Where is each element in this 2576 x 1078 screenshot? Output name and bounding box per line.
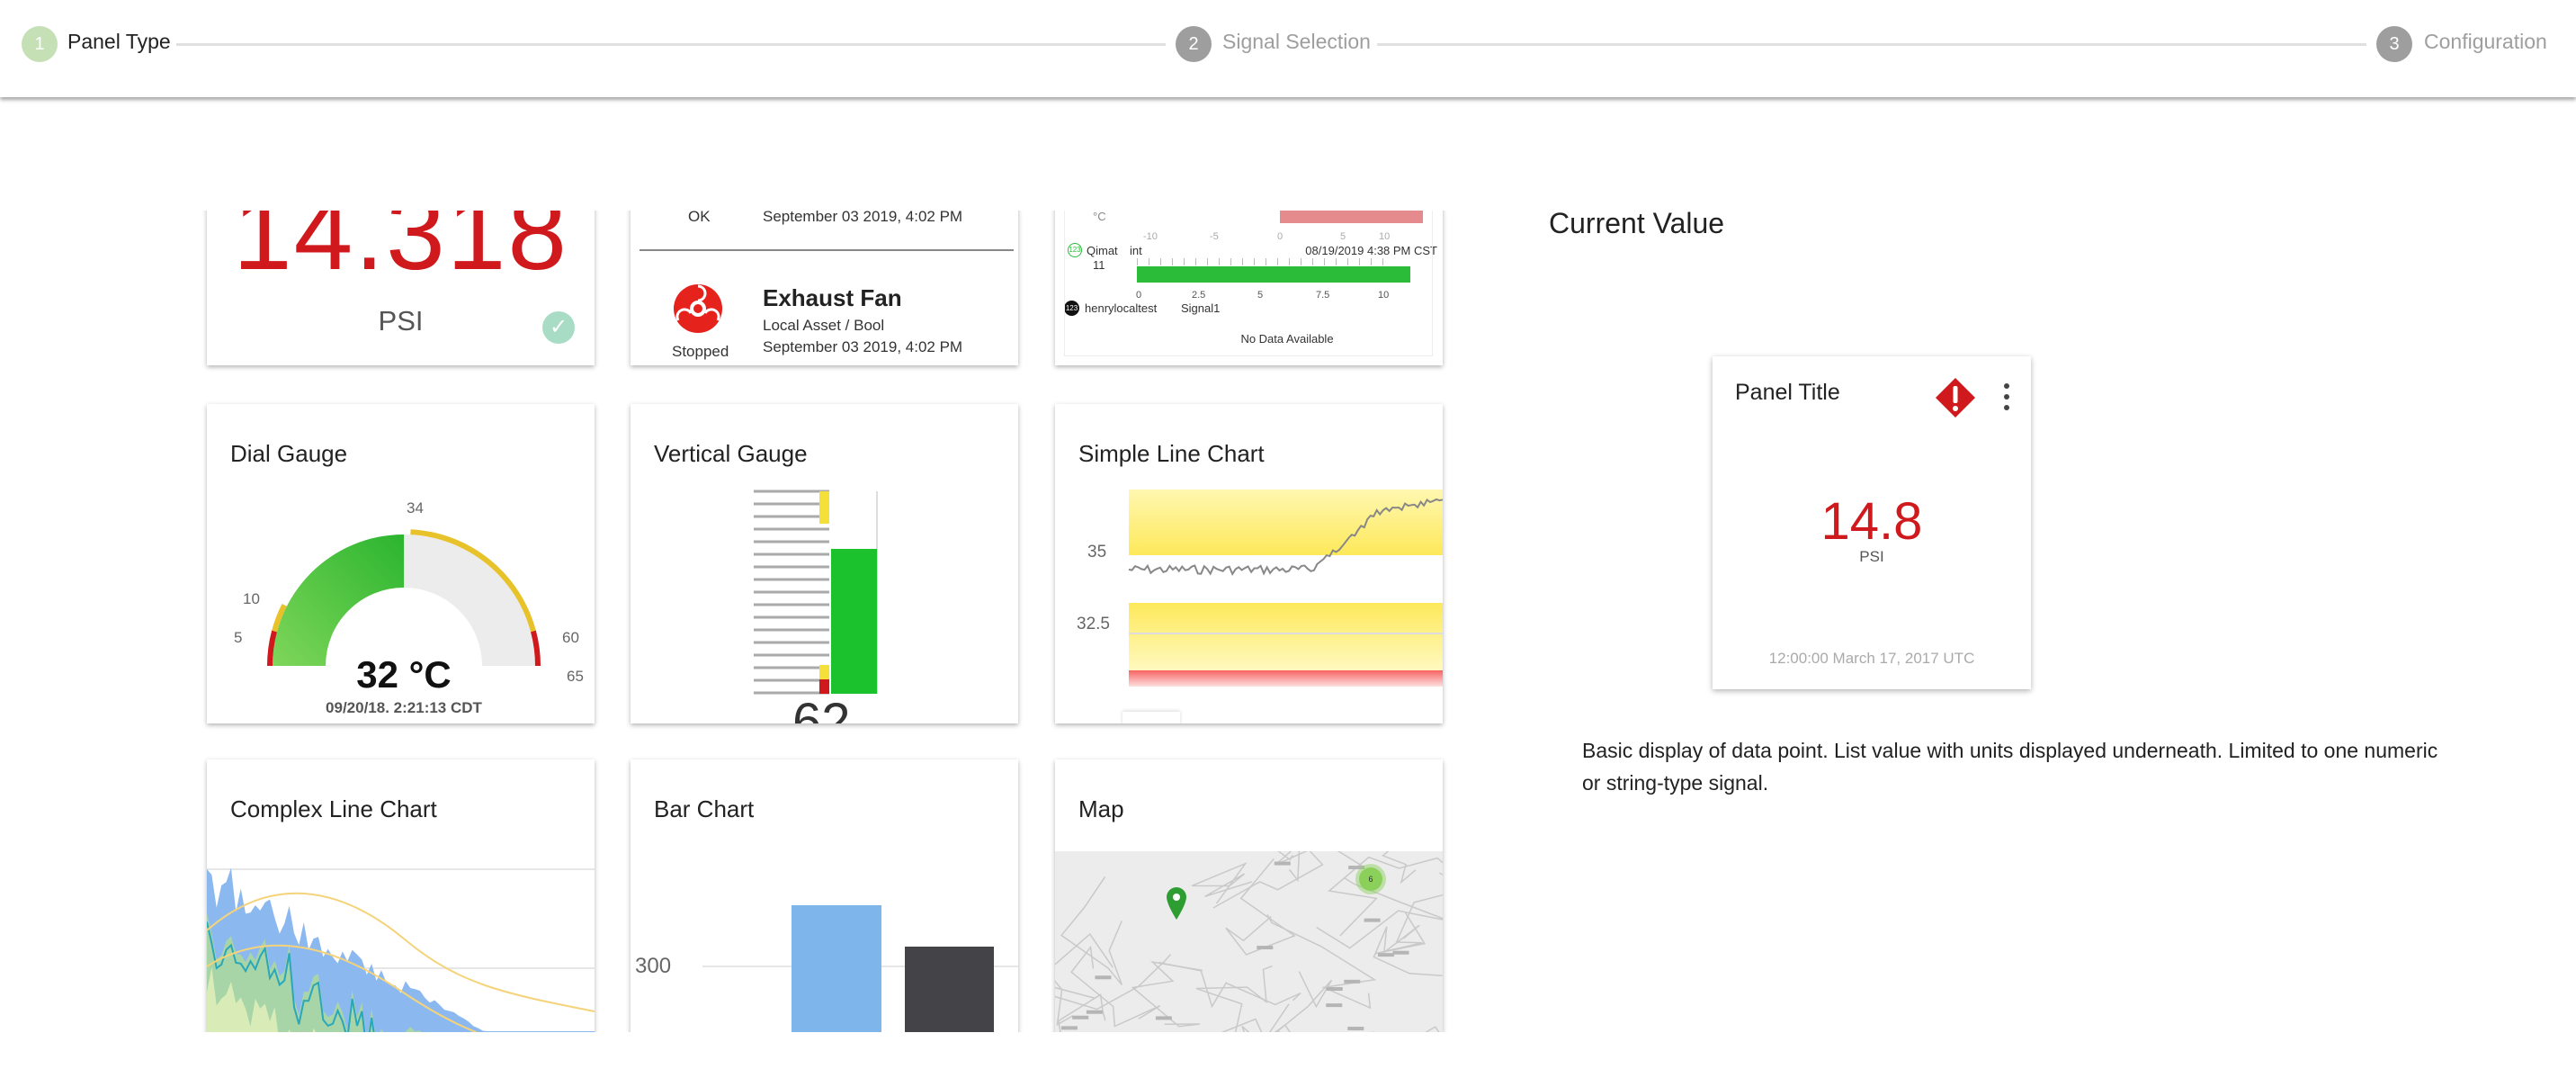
map-place-label: [1274, 861, 1291, 866]
status-asset-path: Local Asset / Bool: [763, 317, 885, 334]
preview-value: 14.8: [1820, 492, 1923, 551]
panel-preview-card: Panel Title 14.8 PSI 12:00:00 March 17, …: [1713, 356, 2031, 689]
step-1-circle[interactable]: 1: [22, 26, 58, 62]
card-title: Bar Chart: [654, 795, 755, 822]
current-value-units: PSI: [378, 305, 424, 337]
warning-band-low: [1129, 603, 1443, 670]
gauge-value: 32 °C: [356, 653, 452, 696]
alarm-band-low: [1129, 670, 1443, 687]
step-1-label[interactable]: Panel Type: [67, 30, 171, 54]
kebab-menu-icon[interactable]: [2002, 383, 2011, 410]
gauge-timestamp: 09/20/18. 2:21:13 CDT: [326, 699, 482, 716]
step-3-label[interactable]: Configuration: [2424, 30, 2547, 54]
panel-type-description: Basic display of data point. List value …: [1582, 739, 2438, 795]
status-asset-name: Exhaust Fan: [763, 284, 902, 311]
vertical-gauge-value: 62: [792, 693, 851, 723]
map-place-label: [1257, 946, 1274, 950]
y-tick-32-5: 32.5: [1077, 615, 1110, 633]
step-connector: [176, 43, 1166, 46]
status-asset-time: September 03 2019, 4:02 PM: [763, 338, 963, 355]
step-number: 1: [34, 33, 45, 54]
alert-diamond-icon: [1936, 378, 1975, 418]
tooltip-stub: [1123, 712, 1180, 723]
inner-frame: [1064, 211, 1433, 356]
map-place-label: [1060, 1026, 1078, 1030]
gauge-label-5: 5: [234, 629, 243, 646]
card-title: Map: [1078, 795, 1124, 822]
panel-card-bar-chart[interactable]: Bar Chart 300: [631, 759, 1018, 1032]
preview-timestamp: 12:00:00 March 17, 2017 UTC: [1768, 650, 1975, 667]
panel-card-simple-line[interactable]: Simple Line Chart 35 32.5: [1055, 404, 1443, 723]
map-place-label: [1364, 918, 1381, 922]
preview-title: Panel Title: [1735, 380, 1840, 405]
map-place-label: [1347, 1027, 1364, 1031]
panel-card-dial-gauge[interactable]: Dial Gauge 34 10 5 60 65 32 °C 09/20/18.…: [207, 404, 595, 723]
map-cluster-badge[interactable]: 6: [1359, 867, 1382, 891]
stepper-header: 1 Panel Type 2 Signal Selection 3 Config…: [0, 0, 2576, 97]
map-place-label: [1155, 1016, 1172, 1020]
panel-type-heading: Current Value: [1549, 207, 1725, 239]
gauge-label-34: 34: [407, 499, 424, 517]
status-state: Stopped: [672, 343, 729, 360]
panel-type-grid[interactable]: 14.318 PSI ✓ OK September 03 2019, 4:02 …: [198, 211, 1457, 1032]
map-place-label: [1086, 1010, 1103, 1014]
y-tick-300: 300: [635, 954, 672, 978]
panel-card-complex-line[interactable]: Complex Line Chart: [207, 759, 595, 1032]
step-2-label[interactable]: Signal Selection: [1222, 30, 1371, 54]
map-place-label: [1344, 979, 1361, 984]
map-place-label: [1348, 866, 1365, 870]
step-number: 2: [1188, 33, 1199, 54]
step-2-circle[interactable]: 2: [1176, 26, 1212, 62]
status-time: September 03 2019, 4:02 PM: [763, 211, 963, 225]
panel-card-map[interactable]: Map 6: [1055, 759, 1443, 1032]
gauge-fill-bar: [831, 549, 877, 694]
bar-series-2: [905, 947, 994, 1032]
y-tick-35: 35: [1087, 543, 1107, 561]
panel-card-multi-bar[interactable]: °C -10 -5 0 5 10 123 Qimat int 08/19/201…: [1055, 211, 1443, 365]
step-connector: [1377, 43, 2366, 46]
gauge-band-high-warn: [819, 491, 829, 524]
gauge-label-60: 60: [562, 629, 579, 646]
step-3-circle[interactable]: 3: [2376, 26, 2412, 62]
complex-line-chart: [207, 867, 595, 1032]
panel-card-status[interactable]: OK September 03 2019, 4:02 PM Exhaust Fa…: [631, 211, 1018, 365]
divider: [640, 249, 1014, 251]
map-place-label: [1326, 1003, 1343, 1008]
simple-line-chart: [1128, 490, 1443, 687]
current-value-number: 14.318: [233, 211, 568, 292]
map-place-label: [1377, 953, 1394, 957]
fan-icon: [674, 284, 722, 333]
map-pin-icon[interactable]: [1167, 887, 1186, 920]
bar-series-1: [792, 905, 881, 1032]
step-number: 3: [2389, 33, 2400, 54]
warning-band-high: [1129, 490, 1443, 555]
status-ok: OK: [688, 211, 711, 225]
map-place-label: [1326, 987, 1343, 992]
gauge-band-low-warn: [819, 665, 829, 679]
map-place-label: [1392, 950, 1409, 955]
check-circle-icon: ✓: [542, 311, 575, 344]
panel-card-current-value[interactable]: 14.318 PSI ✓: [207, 211, 595, 365]
vertical-gauge-chart: [754, 490, 878, 695]
gauge-fill: [273, 535, 404, 666]
preview-units: PSI: [1859, 548, 1884, 565]
map-place-label: [1072, 1015, 1089, 1020]
panel-card-vertical-gauge[interactable]: Vertical Gauge 62: [631, 404, 1018, 723]
gauge-label-10: 10: [243, 590, 260, 607]
map-view[interactable]: [1055, 851, 1443, 1032]
map-place-label: [1095, 975, 1112, 980]
